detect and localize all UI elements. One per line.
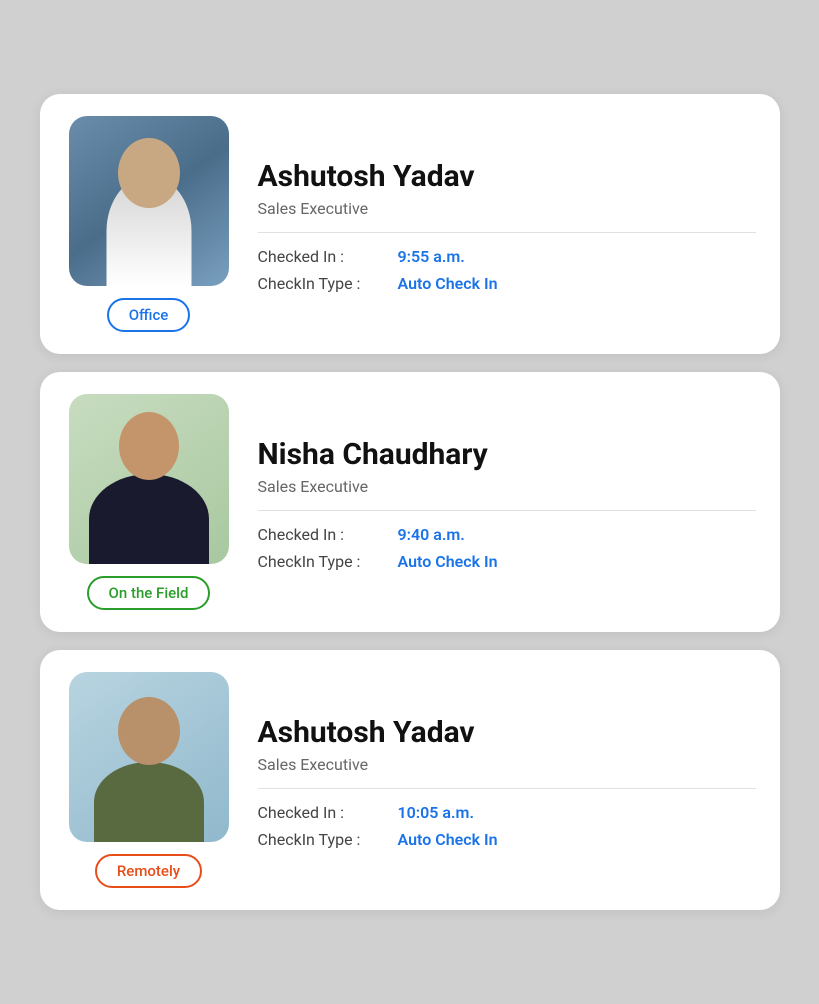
employee-name-1: Ashutosh Yadav bbox=[258, 159, 756, 195]
checkedin-label-2: Checked In : bbox=[258, 525, 398, 544]
checkintype-label-2: CheckIn Type : bbox=[258, 552, 398, 571]
checkedin-value-1: 9:55 a.m. bbox=[398, 247, 465, 266]
checkedin-row-1: Checked In : 9:55 a.m. bbox=[258, 247, 756, 266]
status-badge-2: On the Field bbox=[87, 576, 211, 610]
employee-name-2: Nisha Chaudhary bbox=[258, 437, 756, 473]
employee-card-3: Remotely Ashutosh Yadav Sales Executive … bbox=[40, 650, 780, 910]
divider-2 bbox=[258, 510, 756, 511]
info-rows-3: Checked In : 10:05 a.m. CheckIn Type : A… bbox=[258, 803, 756, 849]
checkedin-row-3: Checked In : 10:05 a.m. bbox=[258, 803, 756, 822]
checkintype-row-1: CheckIn Type : Auto Check In bbox=[258, 274, 756, 293]
card-left-3: Remotely bbox=[64, 672, 234, 888]
card-left-2: On the Field bbox=[64, 394, 234, 610]
checkedin-label-3: Checked In : bbox=[258, 803, 398, 822]
employee-name-3: Ashutosh Yadav bbox=[258, 715, 756, 751]
avatar-2 bbox=[69, 394, 229, 564]
checkedin-value-2: 9:40 a.m. bbox=[398, 525, 465, 544]
status-badge-3: Remotely bbox=[95, 854, 202, 888]
employee-card-2: On the Field Nisha Chaudhary Sales Execu… bbox=[40, 372, 780, 632]
divider-3 bbox=[258, 788, 756, 789]
checkintype-row-2: CheckIn Type : Auto Check In bbox=[258, 552, 756, 571]
checkintype-row-3: CheckIn Type : Auto Check In bbox=[258, 830, 756, 849]
info-rows-1: Checked In : 9:55 a.m. CheckIn Type : Au… bbox=[258, 247, 756, 293]
checkedin-label-1: Checked In : bbox=[258, 247, 398, 266]
employee-role-1: Sales Executive bbox=[258, 199, 756, 218]
checkintype-value-2: Auto Check In bbox=[398, 552, 498, 571]
divider-1 bbox=[258, 232, 756, 233]
checkintype-value-1: Auto Check In bbox=[398, 274, 498, 293]
checkedin-row-2: Checked In : 9:40 a.m. bbox=[258, 525, 756, 544]
cards-container: Office Ashutosh Yadav Sales Executive Ch… bbox=[40, 94, 780, 910]
checkintype-label-1: CheckIn Type : bbox=[258, 274, 398, 293]
checkedin-value-3: 10:05 a.m. bbox=[398, 803, 474, 822]
card-left-1: Office bbox=[64, 116, 234, 332]
status-badge-1: Office bbox=[107, 298, 191, 332]
employee-role-2: Sales Executive bbox=[258, 477, 756, 496]
checkintype-label-3: CheckIn Type : bbox=[258, 830, 398, 849]
employee-card-1: Office Ashutosh Yadav Sales Executive Ch… bbox=[40, 94, 780, 354]
card-right-1: Ashutosh Yadav Sales Executive Checked I… bbox=[258, 116, 756, 332]
avatar-3 bbox=[69, 672, 229, 842]
card-right-2: Nisha Chaudhary Sales Executive Checked … bbox=[258, 394, 756, 610]
card-right-3: Ashutosh Yadav Sales Executive Checked I… bbox=[258, 672, 756, 888]
avatar-1 bbox=[69, 116, 229, 286]
employee-role-3: Sales Executive bbox=[258, 755, 756, 774]
info-rows-2: Checked In : 9:40 a.m. CheckIn Type : Au… bbox=[258, 525, 756, 571]
checkintype-value-3: Auto Check In bbox=[398, 830, 498, 849]
